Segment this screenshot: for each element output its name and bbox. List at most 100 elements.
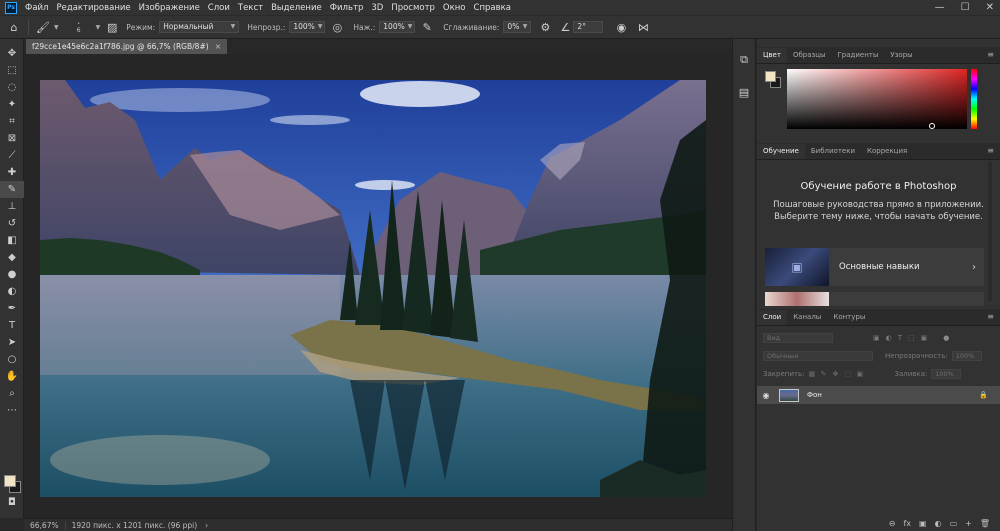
blend-mode-select[interactable]: Обычные [763, 351, 873, 361]
minimize-icon[interactable]: — [935, 2, 945, 13]
layer-item-background[interactable]: ◉ Фон 🔒 [757, 386, 1000, 404]
pressure-size-icon[interactable]: ◉ [613, 19, 629, 35]
menu-view[interactable]: Просмотр [387, 3, 439, 13]
chevron-down-icon[interactable]: ▼ [96, 24, 101, 31]
document-tab[interactable]: f29cce1e45e6c2a1f786.jpg @ 66,7% (RGB/8#… [26, 39, 228, 54]
tab-color[interactable]: Цвет [757, 48, 787, 63]
move-tool-icon[interactable]: ✥ [0, 45, 24, 62]
zoom-tool-icon[interactable]: ⌕ [0, 385, 24, 402]
tab-channels[interactable]: Каналы [787, 310, 827, 325]
menu-edit[interactable]: Редактирование [52, 3, 134, 13]
menu-3d[interactable]: 3D [367, 3, 387, 13]
tab-paths[interactable]: Контуры [827, 310, 871, 325]
tab-patterns[interactable]: Узоры [884, 48, 918, 63]
menu-layers[interactable]: Слои [204, 3, 234, 13]
eyedropper-tool-icon[interactable]: ⟋ [0, 147, 24, 164]
history-panel-icon[interactable]: ⧉ [733, 49, 755, 71]
fx-icon[interactable]: fx [903, 519, 911, 528]
foreground-color-swatch[interactable] [765, 71, 776, 82]
panel-menu-icon[interactable]: ≡ [987, 312, 994, 321]
angle-field[interactable]: 2° [573, 21, 604, 33]
mode-select[interactable]: Нормальный ▼ [159, 21, 240, 33]
layer-filter-icons[interactable]: ▣◐T⬚▣ [873, 334, 933, 342]
visibility-eye-icon[interactable]: ◉ [757, 391, 775, 400]
new-layer-icon[interactable]: + [965, 519, 972, 528]
tab-gradients[interactable]: Градиенты [832, 48, 885, 63]
color-picker-field[interactable] [787, 69, 967, 129]
color-swatches[interactable] [3, 471, 21, 495]
link-layers-icon[interactable]: ⊖ [889, 519, 896, 528]
pen-tool-icon[interactable]: ✒ [0, 300, 24, 317]
menu-window[interactable]: Окно [439, 3, 470, 13]
learn-scrollbar[interactable] [988, 161, 992, 301]
frame-tool-icon[interactable]: ⊠ [0, 130, 24, 147]
close-tab-icon[interactable]: × [215, 39, 222, 54]
lock-position-icon[interactable]: ✥ [832, 370, 840, 378]
type-tool-icon[interactable]: T [0, 317, 24, 334]
tab-adjustments[interactable]: Коррекция [861, 144, 913, 159]
marquee-tool-icon[interactable]: ⬚ [0, 62, 24, 79]
healing-brush-tool-icon[interactable]: ✚ [0, 164, 24, 181]
adjustment-layer-icon[interactable]: ◐ [935, 519, 942, 528]
chevron-right-icon[interactable]: › [205, 521, 208, 530]
pressure-opacity-icon[interactable]: ◎ [329, 19, 345, 35]
tab-layers[interactable]: Слои [757, 310, 788, 325]
properties-panel-icon[interactable]: ▤ [733, 81, 755, 103]
magic-wand-tool-icon[interactable]: ✦ [0, 96, 24, 113]
panel-menu-icon[interactable]: ≡ [987, 50, 994, 59]
history-brush-tool-icon[interactable]: ↺ [0, 215, 24, 232]
chevron-down-icon[interactable]: ▼ [54, 24, 59, 31]
zoom-level[interactable]: 66,67% [24, 520, 66, 530]
brush-size-picker[interactable]: • 6 [65, 21, 93, 34]
color-picker-handle[interactable] [929, 123, 935, 129]
menu-filter[interactable]: Фильтр [326, 3, 368, 13]
eraser-tool-icon[interactable]: ◧ [0, 232, 24, 249]
more-tools-icon[interactable]: ⋯ [0, 402, 24, 419]
menu-image[interactable]: Изображение [135, 3, 204, 13]
panel-menu-icon[interactable]: ≡ [987, 146, 994, 155]
layer-opacity-field[interactable]: 100% [951, 351, 982, 361]
add-mask-icon[interactable]: ▣ [919, 519, 927, 528]
smoothing-field[interactable]: 0% ▼ [503, 21, 532, 33]
quick-mask-icon[interactable]: ◘ [0, 494, 24, 511]
trash-icon[interactable]: 🗑 [980, 519, 990, 528]
paint-bucket-tool-icon[interactable]: ◆ [0, 249, 24, 266]
layer-filter-select[interactable]: Вид [763, 333, 833, 343]
symmetry-icon[interactable]: ⋈ [635, 19, 651, 35]
learn-card-next[interactable] [765, 292, 984, 306]
tab-swatches[interactable]: Образцы [787, 48, 832, 63]
gear-icon[interactable]: ⚙ [537, 19, 553, 35]
blur-tool-icon[interactable]: ● [0, 266, 24, 283]
screen-mode-icon[interactable] [0, 511, 24, 518]
maximize-icon[interactable]: ☐ [961, 2, 970, 13]
lock-all-icon[interactable]: ▣ [856, 370, 864, 378]
hand-tool-icon[interactable]: ✋ [0, 368, 24, 385]
brush-preset-icon[interactable]: 🖌 [35, 19, 51, 35]
lock-paint-icon[interactable]: ✎ [820, 370, 828, 378]
opacity-field[interactable]: 100% ▼ [289, 21, 326, 33]
brush-settings-icon[interactable]: ▨ [104, 19, 120, 35]
lasso-tool-icon[interactable]: ◌ [0, 79, 24, 96]
tab-libraries[interactable]: Библиотеки [805, 144, 861, 159]
tab-learn[interactable]: Обучение [757, 144, 805, 159]
document-image[interactable] [40, 80, 706, 497]
home-icon[interactable]: ⌂ [6, 19, 22, 35]
foreground-color[interactable] [4, 475, 16, 487]
pressure-field[interactable]: 100% ▼ [379, 21, 416, 33]
menu-file[interactable]: Файл [21, 3, 52, 13]
lock-pixels-icon[interactable]: ▦ [808, 370, 816, 378]
menu-help[interactable]: Справка [470, 3, 515, 13]
brush-tool-icon[interactable]: ✎ [0, 181, 24, 198]
hue-slider[interactable] [971, 69, 977, 129]
learn-card-basics[interactable]: ▣ Основные навыки › [765, 248, 984, 286]
lock-artboard-icon[interactable]: ⬚ [844, 370, 852, 378]
menu-select[interactable]: Выделение [267, 3, 326, 13]
filter-toggle-icon[interactable]: ● [943, 334, 949, 342]
crop-tool-icon[interactable]: ⌗ [0, 113, 24, 130]
path-selection-tool-icon[interactable]: ➤ [0, 334, 24, 351]
fill-field[interactable]: 100% [931, 369, 962, 379]
clone-stamp-tool-icon[interactable]: ⊥ [0, 198, 24, 215]
airbrush-icon[interactable]: ✎ [419, 19, 435, 35]
new-group-icon[interactable]: ▭ [950, 519, 958, 528]
canvas-area[interactable] [24, 54, 732, 518]
